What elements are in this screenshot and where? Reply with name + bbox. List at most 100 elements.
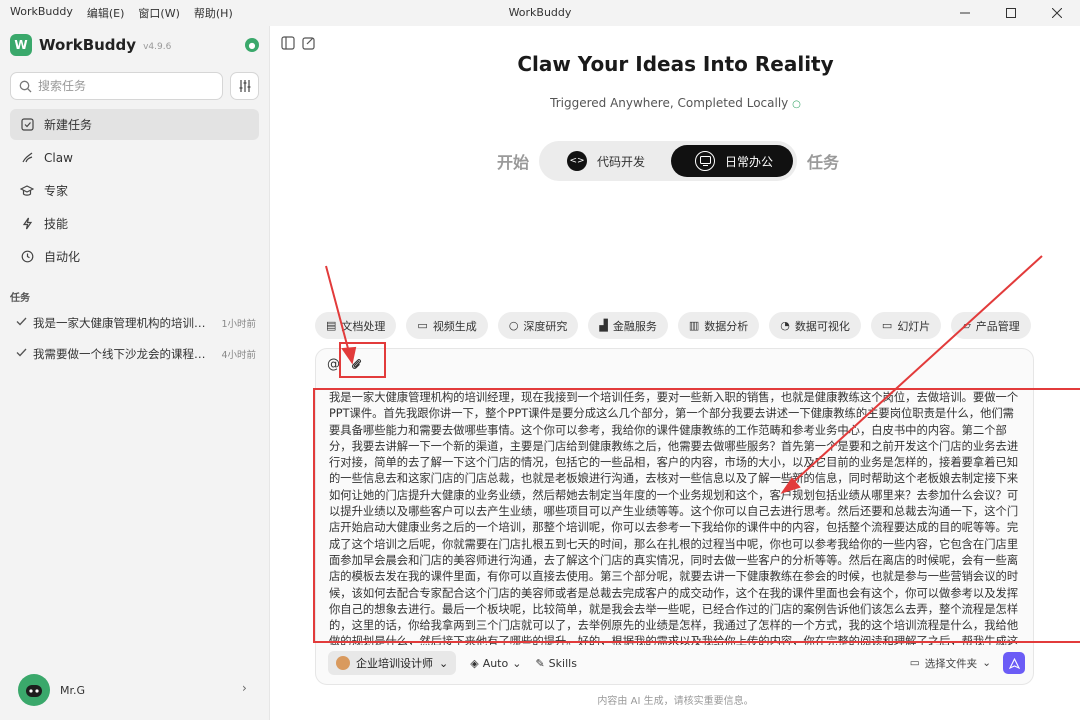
search-icon: ○ <box>508 319 519 332</box>
menu-app[interactable]: WorkBuddy <box>10 5 73 21</box>
mode-code-dev[interactable]: <> 代码开发 <box>543 145 665 177</box>
brand-name: WorkBuddy <box>39 36 137 54</box>
monitor-icon: ▭ <box>909 657 920 669</box>
menu-window[interactable]: 窗口(W) <box>138 5 179 21</box>
code-icon: <> <box>567 151 588 171</box>
chevron-down-icon: ⌄ <box>982 657 991 669</box>
menu-help[interactable]: 帮助(H) <box>194 5 233 21</box>
expert-icon <box>20 184 34 198</box>
chip-product-management[interactable]: ▱ 产品管理 <box>951 312 1031 339</box>
composer: @ 我是一家大健康管理机构的培训经理，现在我接到一个培训任务，要对一些新入职的销… <box>315 348 1034 685</box>
folder-label: 选择文件夹 <box>924 657 978 670</box>
mention-icon[interactable]: @ <box>327 357 340 372</box>
pin-icon: ○ <box>792 99 801 110</box>
version-label: v4.9.6 <box>143 42 172 52</box>
document-icon: ▤ <box>326 319 337 332</box>
layers-icon: ◈ <box>470 656 479 670</box>
maximize-button[interactable] <box>988 0 1034 26</box>
role-label: 企业培训设计师 <box>356 657 433 670</box>
mode-option-label: 日常办公 <box>725 154 774 169</box>
filter-button[interactable] <box>230 72 259 100</box>
sidebar-item-automation[interactable]: 自动化 <box>10 241 259 272</box>
close-button[interactable] <box>1034 0 1080 26</box>
chip-label: 数据可视化 <box>794 319 850 333</box>
task-item[interactable]: 我是一家大健康管理机构的培训经理… 1小时前 <box>10 307 262 338</box>
menu-edit[interactable]: 编辑(E) <box>87 5 125 21</box>
workbuddy-logo-icon: W <box>10 34 32 56</box>
folder-icon: ▱ <box>962 319 971 332</box>
chevron-down-icon: ⌄ <box>439 656 449 670</box>
slides-icon: ▭ <box>881 319 893 332</box>
model-selector[interactable]: ◈ Auto ⌄ <box>470 657 521 670</box>
chip-data-analysis[interactable]: ▥ 数据分析 <box>677 312 760 339</box>
sidebar-toggle-icon[interactable] <box>281 36 295 50</box>
chip-label: 产品管理 <box>975 319 1020 333</box>
mode-switch: <> 代码开发 日常办公 <box>539 141 798 181</box>
sidebar-item-label: 自动化 <box>44 250 81 264</box>
chevron-right-icon[interactable]: › <box>242 681 247 695</box>
attachment-icon[interactable] <box>349 357 363 371</box>
online-status-icon[interactable]: ● <box>245 38 259 52</box>
new-task-icon <box>20 118 34 132</box>
search-box[interactable] <box>10 72 223 100</box>
new-task-icon[interactable] <box>302 36 316 50</box>
chip-research[interactable]: ○ 深度研究 <box>497 312 579 339</box>
mode-option-label: 代码开发 <box>597 154 646 169</box>
menu-bar: WorkBuddy 编辑(E) 窗口(W) 帮助(H) <box>0 5 233 21</box>
chip-slides[interactable]: ▭ 幻灯片 <box>870 312 942 339</box>
prompt-input[interactable]: 我是一家大健康管理机构的培训经理，现在我接到一个培训任务，要对一些新入职的销售，… <box>329 390 1021 645</box>
skills-button[interactable]: ✎ Skills <box>535 657 576 670</box>
model-label: Auto <box>482 656 509 670</box>
sidebar-item-new-task[interactable]: 新建任务 <box>10 109 259 140</box>
role-avatar-icon <box>336 656 350 670</box>
send-icon <box>1008 657 1020 669</box>
chip-label: 文档处理 <box>341 319 386 333</box>
skills-icon <box>20 217 34 231</box>
send-button[interactable] <box>1003 652 1025 674</box>
chip-finance[interactable]: ▟ 金融服务 <box>588 312 668 339</box>
search-input[interactable] <box>38 79 208 93</box>
mode-daily-office[interactable]: 日常办公 <box>671 145 794 177</box>
sliders-icon <box>239 80 250 92</box>
chevron-down-icon: ⌄ <box>512 656 522 670</box>
check-icon <box>16 347 27 361</box>
chip-document[interactable]: ▤ 文档处理 <box>315 312 397 339</box>
role-selector[interactable]: 企业培训设计师 ⌄ <box>328 651 457 675</box>
skills-label: Skills <box>548 656 577 670</box>
mode-selector-row: 开始 <> 代码开发 日常办公 任务 <box>497 141 839 181</box>
hero-title: Claw Your Ideas Into Reality <box>517 52 834 76</box>
sidebar-item-label: 新建任务 <box>44 118 93 132</box>
ai-disclaimer: 内容由 AI 生成，请核实重要信息。 <box>597 696 754 707</box>
user-name: Mr.G <box>60 683 86 697</box>
sidebar-nav: 新建任务 Claw 专家 技能 自动化 <box>10 109 259 274</box>
finance-icon: ▟ <box>599 319 608 332</box>
chip-data-visualization[interactable]: ◔ 数据可视化 <box>769 312 861 339</box>
claw-icon <box>20 151 34 165</box>
sidebar: W WorkBuddy v4.9.6 ● 新建任务 Claw 专家 技能 自动化 <box>0 26 270 720</box>
sidebar-item-expert[interactable]: 专家 <box>10 175 259 206</box>
task-item[interactable]: 我需要做一个线下沙龙会的课程规划… 4小时前 <box>10 338 262 369</box>
sidebar-item-skills[interactable]: 技能 <box>10 208 259 239</box>
task-title: 我需要做一个线下沙龙会的课程规划… <box>33 346 216 361</box>
pie-chart-icon: ◔ <box>780 319 790 332</box>
chip-video[interactable]: ▭ 视频生成 <box>406 312 488 339</box>
folder-selector[interactable]: ▭ 选择文件夹 ⌄ <box>910 656 991 671</box>
minimize-button[interactable] <box>942 0 988 26</box>
search-icon <box>19 80 32 92</box>
window-controls <box>942 0 1080 26</box>
task-time: 1小时前 <box>221 318 256 330</box>
mode-suffix: 任务 <box>807 153 840 172</box>
user-profile[interactable]: Mr.G <box>18 674 85 706</box>
chip-label: 视频生成 <box>432 319 477 333</box>
sidebar-item-label: Claw <box>44 150 73 165</box>
skills-icon: ✎ <box>535 656 545 670</box>
video-icon: ▭ <box>417 319 428 332</box>
mode-prefix: 开始 <box>497 153 530 172</box>
chip-label: 金融服务 <box>612 319 657 333</box>
hero-subtitle-text: Triggered Anywhere, Completed Locally <box>550 96 789 110</box>
brand: W WorkBuddy v4.9.6 <box>10 34 171 56</box>
task-list: 我是一家大健康管理机构的培训经理… 1小时前 我需要做一个线下沙龙会的课程规划…… <box>10 307 262 369</box>
chip-label: 深度研究 <box>523 319 568 333</box>
clock-icon <box>20 250 34 264</box>
sidebar-item-claw[interactable]: Claw <box>10 142 259 173</box>
